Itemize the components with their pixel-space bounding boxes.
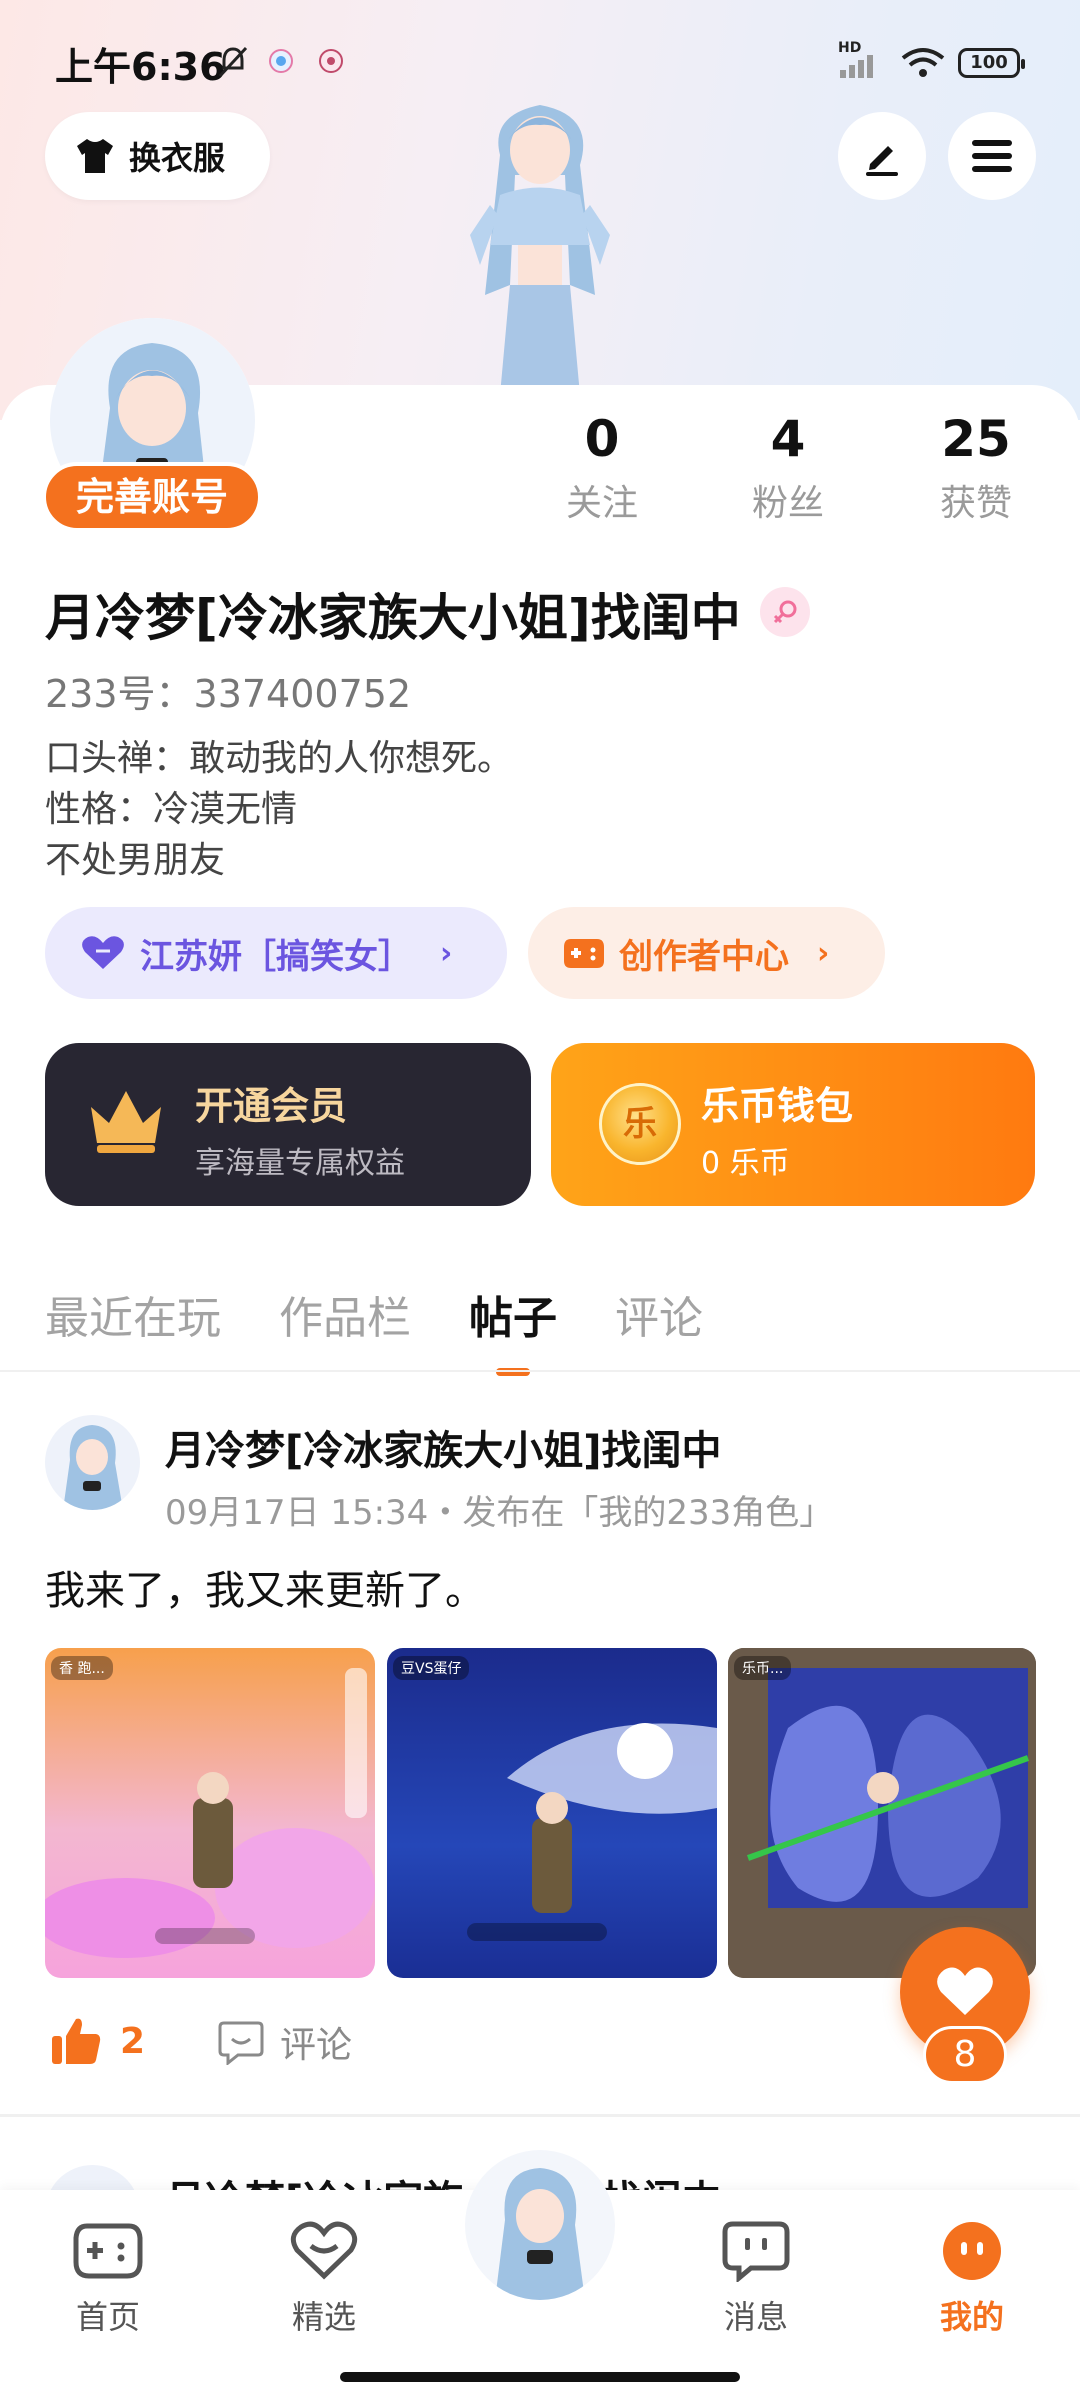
fab-like-count: 8: [923, 2026, 1007, 2084]
post-meta: 09月17日 15:34・发布在「我的233角色」: [165, 1493, 834, 1533]
message-icon: [722, 2221, 790, 2284]
female-icon: [773, 600, 797, 624]
post-image[interactable]: 香 跑...: [45, 1648, 375, 1978]
stat-likes[interactable]: 25 获赞: [896, 410, 1056, 526]
pencil-icon: [866, 146, 898, 176]
stat-followers-value: 4: [770, 410, 806, 468]
home-indicator[interactable]: [340, 2372, 740, 2382]
stat-followers[interactable]: 4 粉丝: [708, 410, 868, 526]
profile-bio: 口头禅：敢动我的人你想死。 性格：冷漠无情 不处男朋友: [45, 733, 513, 886]
nav-me-label: 我的: [939, 2298, 1004, 2336]
nav-featured[interactable]: 精选: [254, 2220, 394, 2338]
comment-button[interactable]: 评论: [218, 2016, 352, 2068]
stat-following-label: 关注: [565, 483, 638, 524]
nav-home-label: 首页: [75, 2298, 140, 2336]
nav-messages-label: 消息: [723, 2298, 788, 2336]
like-count: 2: [120, 2020, 146, 2062]
comment-icon: [218, 2021, 264, 2065]
heart-chat-icon: [290, 2221, 358, 2280]
menu-button[interactable]: [948, 112, 1036, 200]
stat-followers-label: 粉丝: [751, 483, 824, 524]
character-avatar-figure: [470, 105, 610, 395]
post-image-tag: 乐币...: [734, 1656, 792, 1680]
creator-center-label: 创作者中心: [619, 936, 789, 977]
complete-account-button[interactable]: 完善账号: [42, 462, 262, 532]
bottom-navigation: 首页 精选 消息 我的: [0, 2150, 1080, 2400]
female-gender-badge: [760, 587, 810, 637]
tab-posts[interactable]: 帖子: [469, 1282, 557, 1376]
wallet-title: 乐币钱包: [701, 1084, 854, 1128]
game-screenshot: [467, 1723, 717, 1941]
profile-name: 月冷梦[冷冰家族大小姐]找闺中: [45, 589, 741, 647]
thumbs-up-icon: [52, 2018, 101, 2064]
bio-line: 不处男朋友: [45, 840, 226, 881]
app-notification-icon: [269, 49, 293, 73]
status-time: 上午6:36: [55, 45, 226, 89]
wallet-balance: 0 乐币: [701, 1146, 790, 1181]
vip-subtitle: 享海量专属权益: [195, 1146, 405, 1181]
like-button[interactable]: 2: [50, 2016, 145, 2066]
chevron-right-icon: ›: [440, 935, 453, 971]
heart-icon: [937, 1967, 993, 2015]
tab-works[interactable]: 作品栏: [279, 1282, 411, 1346]
stat-likes-value: 25: [941, 410, 1011, 468]
post-image[interactable]: 豆VS蛋仔: [387, 1648, 717, 1978]
stat-following-value: 0: [584, 410, 620, 468]
comment-label: 评论: [280, 2025, 353, 2066]
battery-indicator: 100: [958, 48, 1025, 78]
nav-me[interactable]: 我的: [902, 2220, 1042, 2338]
avatar-image: [63, 1425, 123, 1510]
post-image[interactable]: 乐币...: [728, 1648, 1036, 1978]
bio-line: 性格：冷漠无情: [45, 789, 298, 830]
divider: [0, 2114, 1080, 2117]
tab-comments[interactable]: 评论: [615, 1282, 703, 1346]
nav-featured-label: 精选: [291, 2298, 356, 2336]
gamepad-icon: [564, 939, 604, 968]
game-screenshot: [728, 1648, 1036, 1978]
post-author-name[interactable]: 月冷梦[冷冰家族大小姐]找闺中: [165, 1418, 722, 1476]
post-image-tag: 豆VS蛋仔: [393, 1656, 470, 1680]
avatar-image: [465, 2150, 615, 2300]
hamburger-menu-icon: [972, 140, 1012, 172]
tab-recently-played[interactable]: 最近在玩: [45, 1282, 221, 1346]
vip-title: 开通会员: [195, 1084, 348, 1128]
user-id: 233号：337400752: [45, 672, 412, 716]
creator-center-pill[interactable]: 创作者中心 ›: [528, 907, 885, 999]
nav-messages[interactable]: 消息: [686, 2220, 826, 2338]
divider: [0, 1370, 1080, 1372]
edit-button[interactable]: [838, 112, 926, 200]
tshirt-icon: [77, 139, 113, 173]
game-screenshot: [45, 1668, 375, 1958]
change-outfit-button[interactable]: 换衣服: [45, 112, 270, 200]
app-notification-icon-2: [319, 49, 343, 73]
gamepad-icon: [73, 2223, 143, 2279]
relationship-pill[interactable]: 江苏妍［搞笑女］ ›: [45, 907, 507, 999]
coin-wallet-card[interactable]: 乐 乐币钱包 0 乐币: [551, 1043, 1035, 1206]
wifi-icon: [901, 48, 945, 77]
post-text: 我来了，我又来更新了。: [45, 1568, 485, 1614]
mute-bell-icon: [218, 46, 248, 78]
profile-tabs: 最近在玩 作品栏 帖子 评论: [45, 1282, 761, 1376]
post-image-tag: 香 跑...: [51, 1656, 113, 1680]
stat-following[interactable]: 0 关注: [522, 410, 682, 526]
coin-icon: 乐: [599, 1083, 681, 1165]
crown-icon: [91, 1091, 161, 1153]
chevron-right-icon: ›: [817, 935, 830, 971]
nav-center-avatar[interactable]: [465, 2150, 615, 2300]
signal-icon: [840, 55, 873, 78]
change-outfit-label: 换衣服: [129, 139, 226, 177]
stat-likes-label: 获赞: [939, 483, 1012, 524]
bio-line: 口头禅：敢动我的人你想死。: [45, 738, 514, 779]
relationship-pill-label: 江苏妍［搞笑女］: [140, 936, 412, 977]
heart-link-icon: [82, 936, 124, 969]
nav-home[interactable]: 首页: [38, 2220, 178, 2338]
profile-face-icon: [943, 2222, 1001, 2280]
vip-membership-card[interactable]: 开通会员 享海量专属权益: [45, 1043, 531, 1206]
post-author-avatar[interactable]: [45, 1415, 140, 1510]
